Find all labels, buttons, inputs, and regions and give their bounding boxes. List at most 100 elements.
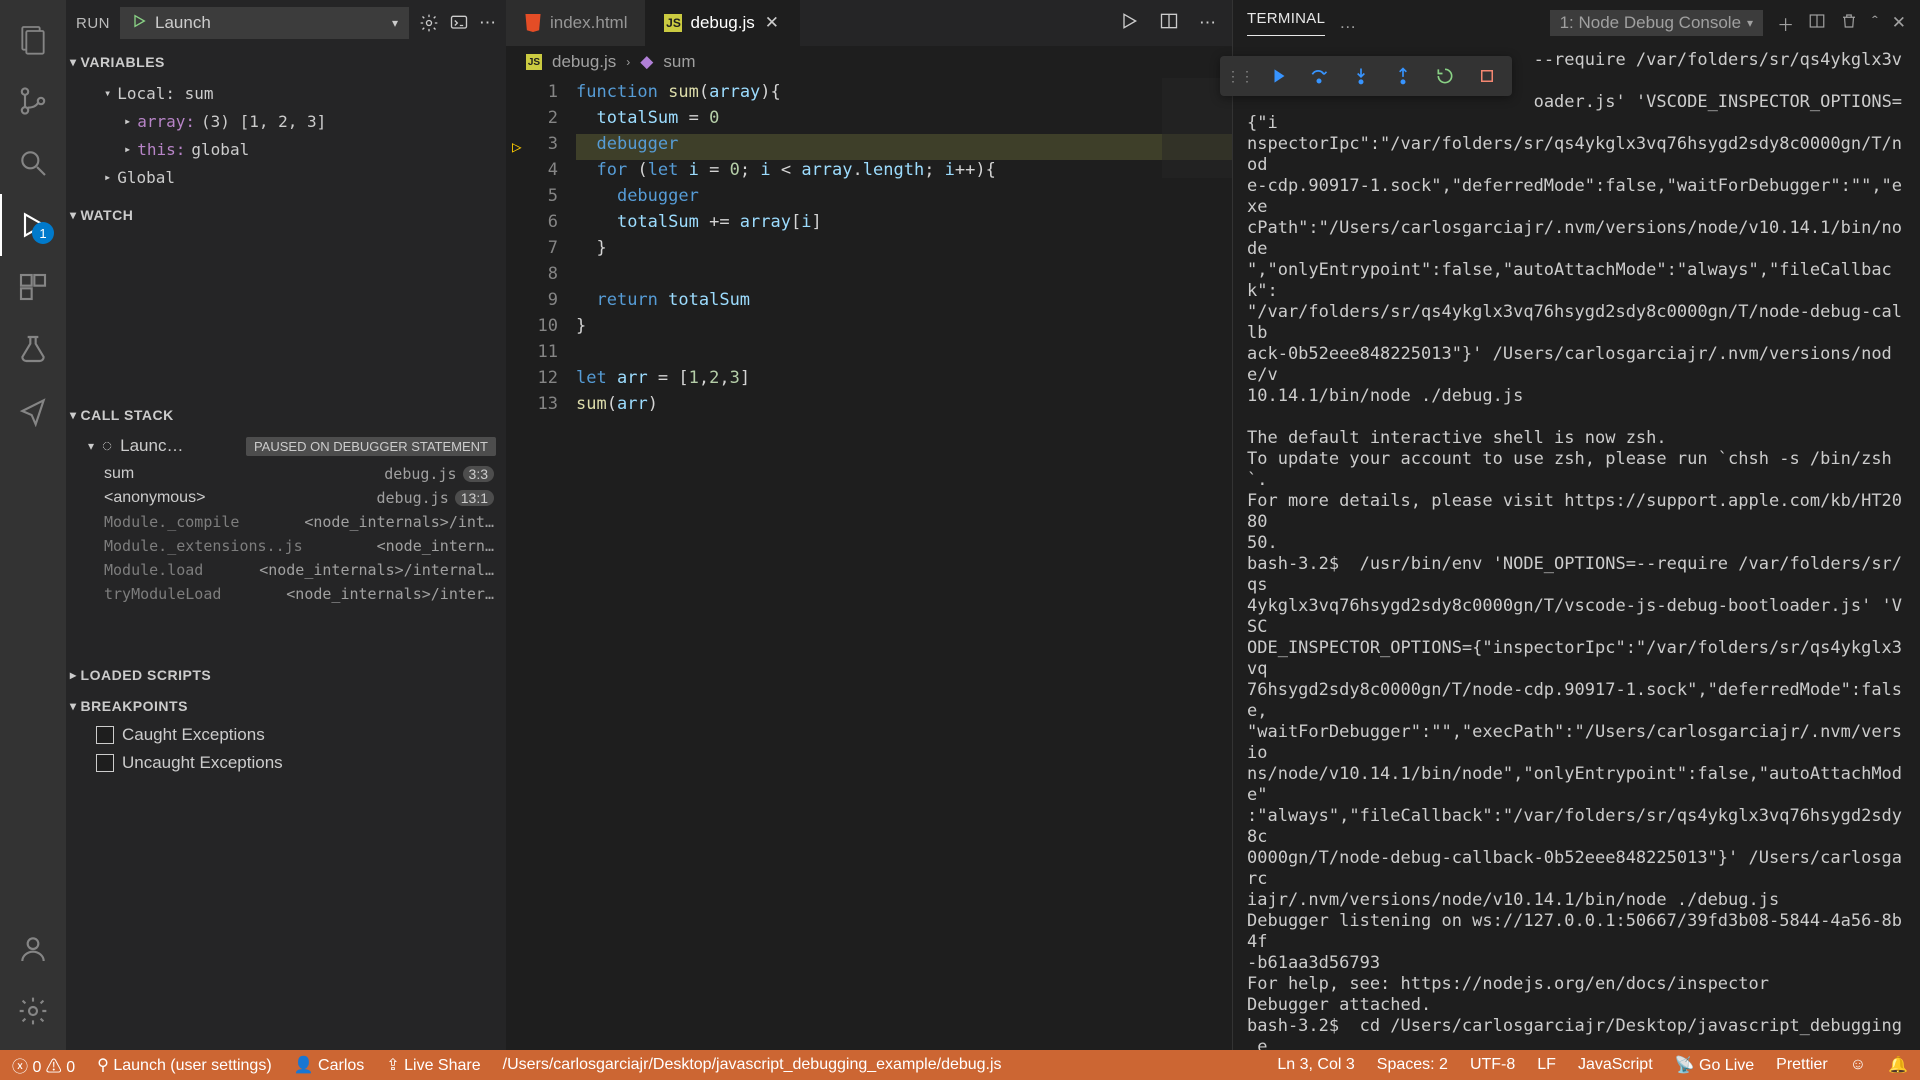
tab-strip: index.html JS debug.js ✕ ⋯ (506, 0, 1232, 46)
checkbox[interactable] (96, 726, 114, 744)
file-path[interactable]: /Users/carlosgarciajr/Desktop/javascript… (503, 1056, 1002, 1074)
chevron-down-icon: ▾ (70, 55, 77, 69)
variable-array[interactable]: ▸ array: (3) [1, 2, 3] (66, 107, 506, 135)
debug-console-icon[interactable] (449, 13, 469, 33)
tab-debug-js[interactable]: JS debug.js ✕ (646, 0, 800, 46)
terminal-output[interactable]: --require /var/folders/sr/qs4ykglx3vq0 o… (1233, 46, 1920, 1050)
tab-index-html[interactable]: index.html (506, 0, 646, 46)
html5-icon (524, 14, 542, 32)
go-live[interactable]: 📡 Go Live (1675, 1055, 1755, 1075)
search-icon[interactable] (0, 132, 66, 194)
run-debug-icon[interactable]: 1 (0, 194, 66, 256)
scope-global[interactable]: ▸ Global (66, 163, 506, 191)
breakpoints-section: ▾ BREAKPOINTS Caught Exceptions Uncaught… (66, 690, 506, 777)
symbol-method-icon: ◆ (640, 52, 653, 72)
chevron-down-icon: ▾ (88, 439, 94, 453)
new-terminal-icon[interactable]: ＋ (1777, 11, 1794, 36)
variable-this[interactable]: ▸ this: global (66, 135, 506, 163)
launch-config-select[interactable]: Launch ▾ (120, 7, 409, 39)
spinner-icon: ◌ (102, 436, 112, 456)
chevron-down-icon: ▾ (1747, 16, 1753, 30)
debug-toolbar[interactable]: ⋮⋮ (1220, 56, 1512, 96)
restart-button[interactable] (1426, 60, 1464, 92)
more-icon[interactable]: ⋯ (479, 13, 496, 33)
terminal-tabs: TERMINAL … 1: Node Debug Console ▾ ＋ ˆ ✕ (1233, 0, 1920, 46)
stack-frame[interactable]: Module._compile<node_internals>/int… (66, 510, 506, 534)
loaded-scripts-header[interactable]: ▸ LOADED SCRIPTS (66, 660, 506, 690)
launch-config-label: Launch (155, 13, 211, 33)
test-icon[interactable] (0, 318, 66, 380)
extensions-icon[interactable] (0, 256, 66, 318)
errors-indicator[interactable]: ⓧ 0 ⚠ 0 (12, 1053, 75, 1077)
callstack-section: ▾ CALL STACK ▾ ◌ Launc… PAUSED ON DEBUGG… (66, 399, 506, 659)
stop-button[interactable] (1468, 60, 1506, 92)
run-icon[interactable] (1119, 11, 1139, 36)
scope-row[interactable]: ▾ Local: sum (66, 79, 506, 107)
variables-section: ▾ VARIABLES ▾ Local: sum ▸ array: (3) [1… (66, 46, 506, 199)
play-icon (131, 13, 147, 34)
current-line-icon: ▷ (512, 137, 522, 156)
cursor-position[interactable]: Ln 3, Col 3 (1277, 1056, 1354, 1074)
debug-side-panel: RUN Launch ▾ ⋯ ▾ VARIABLES (66, 0, 506, 1050)
eol[interactable]: LF (1537, 1056, 1556, 1074)
run-label: RUN (76, 15, 110, 32)
person-indicator[interactable]: 👤 Carlos (294, 1055, 365, 1075)
step-out-button[interactable] (1384, 60, 1422, 92)
maximize-icon[interactable]: ˆ (1872, 13, 1878, 33)
explorer-icon[interactable] (0, 8, 66, 70)
activity-bar: 1 (0, 0, 66, 1050)
settings-gear-icon[interactable] (0, 980, 66, 1042)
stack-frame[interactable]: Module._extensions..js<node_intern… (66, 534, 506, 558)
terminal-tab[interactable]: TERMINAL (1247, 10, 1325, 36)
callstack-header[interactable]: ▾ CALL STACK (66, 400, 506, 430)
encoding[interactable]: UTF-8 (1470, 1056, 1515, 1074)
drag-handle-icon[interactable]: ⋮⋮ (1226, 68, 1254, 85)
prettier[interactable]: Prettier (1776, 1056, 1828, 1074)
pause-reason: PAUSED ON DEBUGGER STATEMENT (246, 437, 496, 456)
editor-area: index.html JS debug.js ✕ ⋯ JS debug.js ›… (506, 0, 1232, 1050)
chevron-right-icon: ▸ (124, 114, 131, 128)
feedback-icon[interactable]: ☺ (1850, 1056, 1866, 1074)
gear-icon[interactable] (419, 13, 439, 33)
accounts-icon[interactable] (0, 918, 66, 980)
caught-exceptions-row[interactable]: Caught Exceptions (66, 721, 506, 749)
language-mode[interactable]: JavaScript (1578, 1056, 1653, 1074)
share-icon[interactable] (0, 380, 66, 442)
launch-indicator[interactable]: ⚲ Launch (user settings) (97, 1055, 271, 1075)
step-into-button[interactable] (1342, 60, 1380, 92)
chevron-down-icon: ▾ (70, 208, 77, 222)
gutter: 123▷45678910111213 (506, 78, 576, 1050)
debug-badge: 1 (32, 222, 54, 244)
checkbox[interactable] (96, 754, 114, 772)
split-editor-icon[interactable] (1159, 11, 1179, 36)
breadcrumb[interactable]: JS debug.js › ◆ sum (506, 46, 1232, 78)
close-icon[interactable]: ✕ (763, 13, 781, 33)
code[interactable]: function sum(array){ totalSum = 0 debugg… (576, 78, 1232, 1050)
chevron-down-icon: ▾ (70, 699, 77, 713)
js-icon: JS (664, 14, 682, 32)
chevron-right-icon: ▸ (124, 142, 131, 156)
liveshare-indicator[interactable]: ⇪ Live Share (386, 1055, 480, 1075)
trash-icon[interactable] (1840, 12, 1858, 35)
indentation[interactable]: Spaces: 2 (1377, 1056, 1448, 1074)
stack-frame[interactable]: Module.load<node_internals>/internal… (66, 558, 506, 582)
chevron-down-icon: ▾ (392, 16, 398, 30)
step-over-button[interactable] (1300, 60, 1338, 92)
source-control-icon[interactable] (0, 70, 66, 132)
close-panel-icon[interactable]: ✕ (1892, 13, 1906, 33)
stack-frame[interactable]: <anonymous>debug.js13:1 (66, 486, 506, 510)
split-terminal-icon[interactable] (1808, 12, 1826, 35)
editor-body[interactable]: 123▷45678910111213 function sum(array){ … (506, 78, 1232, 1050)
stack-frame[interactable]: tryModuleLoad<node_internals>/inter… (66, 582, 506, 606)
uncaught-exceptions-row[interactable]: Uncaught Exceptions (66, 749, 506, 777)
terminal-select[interactable]: 1: Node Debug Console ▾ (1550, 10, 1764, 36)
breakpoints-header[interactable]: ▾ BREAKPOINTS (66, 691, 506, 721)
continue-button[interactable] (1258, 60, 1296, 92)
bell-icon[interactable]: 🔔 (1888, 1055, 1908, 1075)
thread-row[interactable]: ▾ ◌ Launc… PAUSED ON DEBUGGER STATEMENT (66, 430, 506, 462)
more-icon[interactable]: … (1339, 13, 1356, 33)
more-icon[interactable]: ⋯ (1199, 13, 1216, 33)
variables-header[interactable]: ▾ VARIABLES (66, 47, 506, 77)
watch-header[interactable]: ▾ WATCH (66, 200, 506, 230)
stack-frame[interactable]: sumdebug.js3:3 (66, 462, 506, 486)
